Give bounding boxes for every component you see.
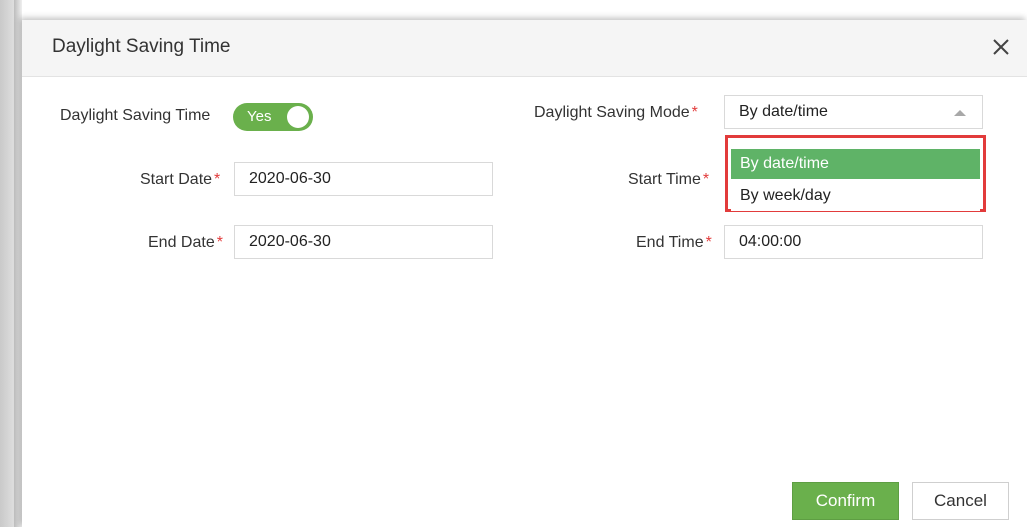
end-time-input[interactable]: 04:00:00: [724, 225, 983, 259]
mode-label: Daylight Saving Mode *: [534, 104, 698, 122]
mode-label-text: Daylight Saving Mode: [534, 104, 690, 121]
end-date-label-text: End Date: [148, 234, 215, 251]
start-date-input[interactable]: 2020-06-30: [234, 162, 493, 196]
end-date-input[interactable]: 2020-06-30: [234, 225, 493, 259]
end-time-label: End Time *: [636, 234, 712, 252]
start-date-label-text: Start Date: [140, 171, 213, 188]
close-icon[interactable]: [989, 35, 1013, 59]
background-window-edge: [0, 0, 14, 527]
required-mark: *: [705, 234, 712, 251]
dialog-title: Daylight Saving Time: [52, 36, 231, 57]
dst-label: Daylight Saving Time: [60, 107, 210, 125]
mode-option-by-week-day[interactable]: By week/day: [731, 181, 980, 211]
cancel-button[interactable]: Cancel: [912, 482, 1009, 520]
end-date-label: End Date *: [148, 234, 223, 252]
mode-option-by-date-time[interactable]: By date/time: [731, 149, 980, 179]
mode-select[interactable]: By date/time: [724, 95, 983, 129]
start-time-label: Start Time *: [628, 171, 709, 189]
mode-select-value: By date/time: [739, 103, 828, 120]
end-time-value: 04:00:00: [739, 233, 802, 250]
required-mark: *: [216, 234, 223, 251]
start-date-value: 2020-06-30: [249, 170, 331, 187]
start-date-label: Start Date *: [140, 171, 220, 189]
required-mark: *: [214, 171, 221, 188]
end-date-value: 2020-06-30: [249, 233, 331, 250]
dialog-header: Daylight Saving Time: [22, 20, 1027, 77]
required-mark: *: [702, 171, 710, 188]
toggle-knob: [287, 106, 309, 128]
dst-dialog: Daylight Saving Time Daylight Saving Tim…: [22, 20, 1027, 527]
dst-toggle[interactable]: Yes: [233, 103, 313, 131]
dst-toggle-label: Yes: [247, 108, 272, 125]
mode-dropdown-list: By date/time By week/day: [725, 135, 986, 212]
start-time-label-text: Start Time: [628, 171, 701, 188]
background-window-shadow: [14, 0, 22, 527]
confirm-button[interactable]: Confirm: [792, 482, 899, 520]
dst-label-text: Daylight Saving Time: [60, 107, 211, 124]
required-mark: *: [691, 104, 698, 121]
end-time-label-text: End Time: [636, 234, 704, 251]
chevron-up-icon: [954, 110, 966, 116]
